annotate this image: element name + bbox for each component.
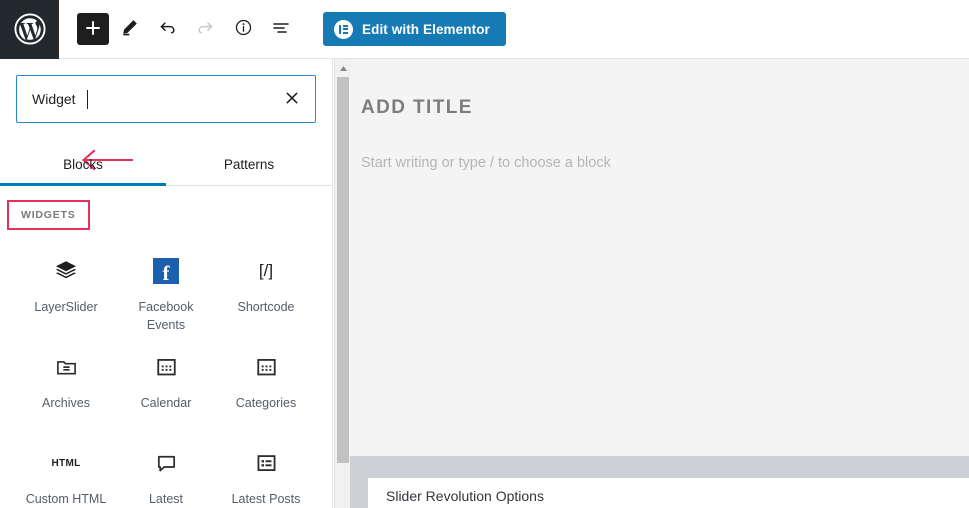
inserter-tabs: Blocks Patterns (0, 145, 332, 186)
block-inserter-panel: Blocks Patterns WIDGETS LayerSlider f (0, 59, 333, 508)
scrollbar-thumb[interactable] (337, 77, 349, 463)
undo-button[interactable] (149, 11, 185, 47)
block-label: Archives (42, 396, 90, 410)
tab-patterns[interactable]: Patterns (166, 145, 332, 185)
block-label: Latest Posts (231, 492, 301, 506)
edit-with-elementor-label: Edit with Elementor (362, 21, 490, 37)
block-item-shortcode[interactable]: [/] Shortcode (216, 242, 316, 338)
post-title-placeholder[interactable]: ADD TITLE (361, 97, 969, 119)
redo-button[interactable] (187, 11, 223, 47)
elementor-logo-icon (334, 19, 353, 39)
block-body-placeholder[interactable]: Start writing or type / to choose a bloc… (361, 155, 969, 171)
archive-folder-icon (55, 352, 78, 382)
block-item-facebook-events[interactable]: f Facebook Events (116, 242, 216, 338)
search-box[interactable] (16, 75, 316, 123)
block-item-latest-posts[interactable]: Latest Posts (216, 434, 316, 508)
block-item-archives[interactable]: Archives (16, 338, 116, 434)
html-text-icon: HTML (51, 457, 81, 469)
editor-scrollbar[interactable] (334, 59, 351, 508)
layers-icon (54, 256, 78, 286)
details-button[interactable] (225, 11, 261, 47)
clear-search-button[interactable] (279, 86, 305, 112)
block-item-custom-html[interactable]: HTML Custom HTML (16, 434, 116, 508)
block-item-layerslider[interactable]: LayerSlider (16, 242, 116, 338)
editor-tools-group: Edit with Elementor (59, 11, 506, 47)
shortcode-brackets-icon: [/] (258, 261, 274, 280)
plus-icon (84, 19, 102, 40)
editor-canvas[interactable]: ADD TITLE Start writing or type / to cho… (334, 59, 969, 508)
calendar-icon (156, 358, 176, 376)
list-view-icon (271, 18, 291, 41)
list-square-icon (257, 455, 275, 472)
search-input[interactable] (17, 76, 315, 122)
editor-top-bar: Edit with Elementor (0, 0, 969, 59)
scroll-up-arrow-icon (339, 60, 348, 75)
block-grid: LayerSlider f Facebook Events [/] Shortc… (0, 230, 332, 508)
block-item-calendar[interactable]: Calendar (116, 338, 216, 434)
scrollbar-up-button[interactable] (335, 59, 351, 76)
block-label: Custom HTML (25, 492, 107, 506)
wordpress-logo-button[interactable] (0, 0, 59, 59)
category-header-widgets: WIDGETS (7, 200, 90, 230)
pencil-icon (120, 18, 139, 40)
block-label: Calendar (140, 396, 192, 410)
facebook-icon: f (153, 256, 179, 286)
list-view-button[interactable] (263, 11, 299, 47)
edit-with-elementor-button[interactable]: Edit with Elementor (323, 12, 506, 46)
wordpress-logo-icon (13, 12, 47, 46)
block-label: Latest Comments (148, 492, 184, 506)
block-item-latest-comments[interactable]: Latest Comments (116, 434, 216, 508)
info-circle-icon (234, 18, 253, 40)
comment-bubble-icon (155, 448, 178, 478)
wordpress-block-editor: Edit with Elementor Widget Blocks Patter… (0, 0, 969, 508)
tools-button[interactable] (111, 11, 147, 47)
category-header-area: WIDGETS (0, 186, 332, 230)
block-item-categories[interactable]: Categories (216, 338, 316, 434)
search-area (0, 59, 332, 123)
block-label: Shortcode (237, 300, 295, 314)
close-x-icon (285, 91, 299, 108)
add-block-button[interactable] (77, 13, 109, 45)
block-label: LayerSlider (34, 300, 98, 314)
tab-blocks[interactable]: Blocks (0, 145, 166, 186)
undo-arrow-icon (158, 18, 177, 40)
categories-grid-icon (256, 358, 276, 376)
slider-revolution-options-title: Slider Revolution Options (386, 488, 544, 504)
block-label: Facebook Events (138, 300, 194, 333)
text-caret (87, 90, 88, 109)
block-label: Categories (235, 396, 297, 410)
editor-content: ADD TITLE Start writing or type / to cho… (334, 59, 969, 171)
redo-arrow-icon (196, 18, 215, 40)
